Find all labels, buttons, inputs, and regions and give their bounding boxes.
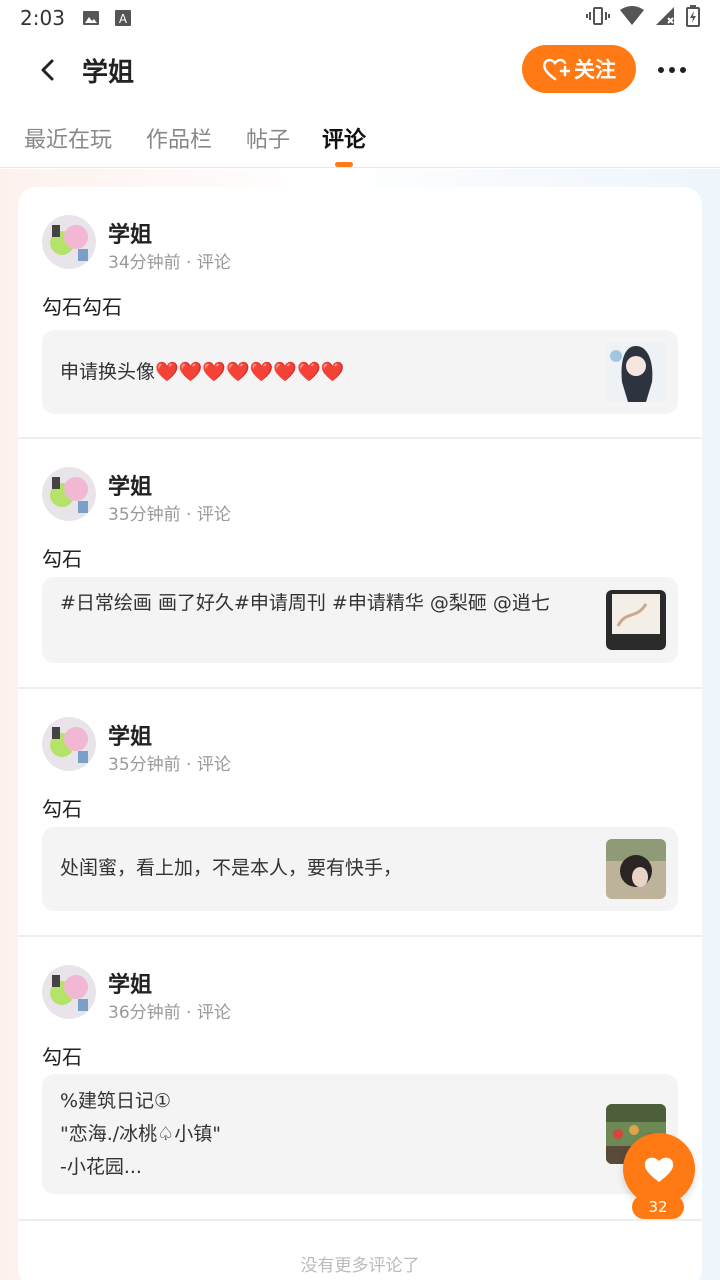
post-thumbnail — [606, 839, 666, 899]
tab-recently-played[interactable]: 最近在玩 — [24, 122, 112, 154]
page-title: 学姐 — [82, 57, 135, 88]
avatar[interactable] — [42, 467, 96, 521]
comment-meta: 34分钟前 · 评论 — [108, 253, 231, 273]
comment-text: 勾石勾石 — [42, 295, 122, 319]
top-app-bar: 学姐 关注 — [0, 36, 720, 104]
comment-meta: 35分钟前 · 评论 — [108, 505, 231, 525]
username[interactable]: 学姐 — [108, 719, 152, 751]
tab-posts[interactable]: 帖子 — [246, 122, 290, 154]
comment-item[interactable]: 学姐 35分钟前 · 评论 勾石 处闺蜜，看上加，不是本人，要有快手， — [18, 689, 702, 937]
comment-meta: 36分钟前 · 评论 — [108, 1003, 231, 1023]
svg-text:A: A — [119, 12, 128, 26]
comment-item[interactable]: 学姐 36分钟前 · 评论 勾石 %建筑日记① "恋海./冰桃♤小镇" -小花园… — [18, 937, 702, 1221]
heart-icon — [644, 1157, 674, 1182]
username[interactable]: 学姐 — [108, 217, 152, 249]
avatar[interactable] — [42, 215, 96, 269]
wifi-icon — [620, 5, 644, 31]
follow-button[interactable]: 关注 — [522, 45, 636, 93]
profile-tabs: 最近在玩 作品栏 帖子 评论 — [0, 104, 720, 168]
avatar[interactable] — [42, 717, 96, 771]
more-dots-icon — [658, 67, 686, 73]
like-count-badge: 32 — [632, 1195, 684, 1219]
back-button[interactable] — [28, 50, 68, 90]
vibrate-icon — [586, 6, 610, 31]
tab-works[interactable]: 作品栏 — [146, 122, 212, 154]
active-tab-indicator — [335, 162, 353, 167]
quoted-post-text: 处闺蜜，看上加，不是本人，要有快手， — [60, 857, 403, 879]
heart-plus-icon — [543, 58, 570, 81]
comment-item[interactable]: 学姐 34分钟前 · 评论 勾石勾石 申请换头像❤️❤️❤️❤️❤️❤️❤️❤️ — [18, 187, 702, 439]
avatar[interactable] — [42, 965, 96, 1019]
tab-comments[interactable]: 评论 — [322, 122, 366, 154]
font-icon: A — [113, 8, 133, 28]
follow-label: 关注 — [574, 58, 616, 82]
status-time: 2:03 — [20, 6, 65, 30]
post-thumbnail — [606, 342, 666, 402]
username[interactable]: 学姐 — [108, 967, 152, 999]
post-thumbnail — [606, 590, 666, 650]
comment-text: 勾石 — [42, 547, 82, 571]
comment-text: 勾石 — [42, 1045, 82, 1069]
quoted-post-text: 申请换头像❤️❤️❤️❤️❤️❤️❤️❤️ — [60, 361, 345, 383]
quoted-post[interactable]: 申请换头像❤️❤️❤️❤️❤️❤️❤️❤️ — [42, 330, 678, 414]
quoted-post-text: #日常绘画 画了好久#申请周刊 #申请精华 @梨砸 @逍七 — [60, 592, 550, 614]
comment-meta: 35分钟前 · 评论 — [108, 755, 231, 775]
quoted-post-text: %建筑日记① "恋海./冰桃♤小镇" -小花园... — [60, 1090, 221, 1178]
no-more-comments: 没有更多评论了 — [300, 1256, 420, 1276]
back-arrow-icon — [41, 59, 54, 81]
comments-card: 学姐 34分钟前 · 评论 勾石勾石 申请换头像❤️❤️❤️❤️❤️❤️❤️❤️… — [18, 187, 702, 1280]
battery-icon — [686, 4, 700, 32]
comment-text: 勾石 — [42, 797, 82, 821]
status-bar: 2:03 A — [0, 0, 720, 36]
image-icon — [81, 8, 101, 28]
signal-icon — [654, 6, 676, 31]
quoted-post[interactable]: #日常绘画 画了好久#申请周刊 #申请精华 @梨砸 @逍七 — [42, 577, 678, 663]
username[interactable]: 学姐 — [108, 469, 152, 501]
more-options-button[interactable] — [652, 50, 692, 90]
quoted-post[interactable]: %建筑日记① "恋海./冰桃♤小镇" -小花园... — [42, 1074, 678, 1194]
comment-item[interactable]: 学姐 35分钟前 · 评论 勾石 #日常绘画 画了好久#申请周刊 #申请精华 @… — [18, 439, 702, 689]
quoted-post[interactable]: 处闺蜜，看上加，不是本人，要有快手， — [42, 827, 678, 911]
